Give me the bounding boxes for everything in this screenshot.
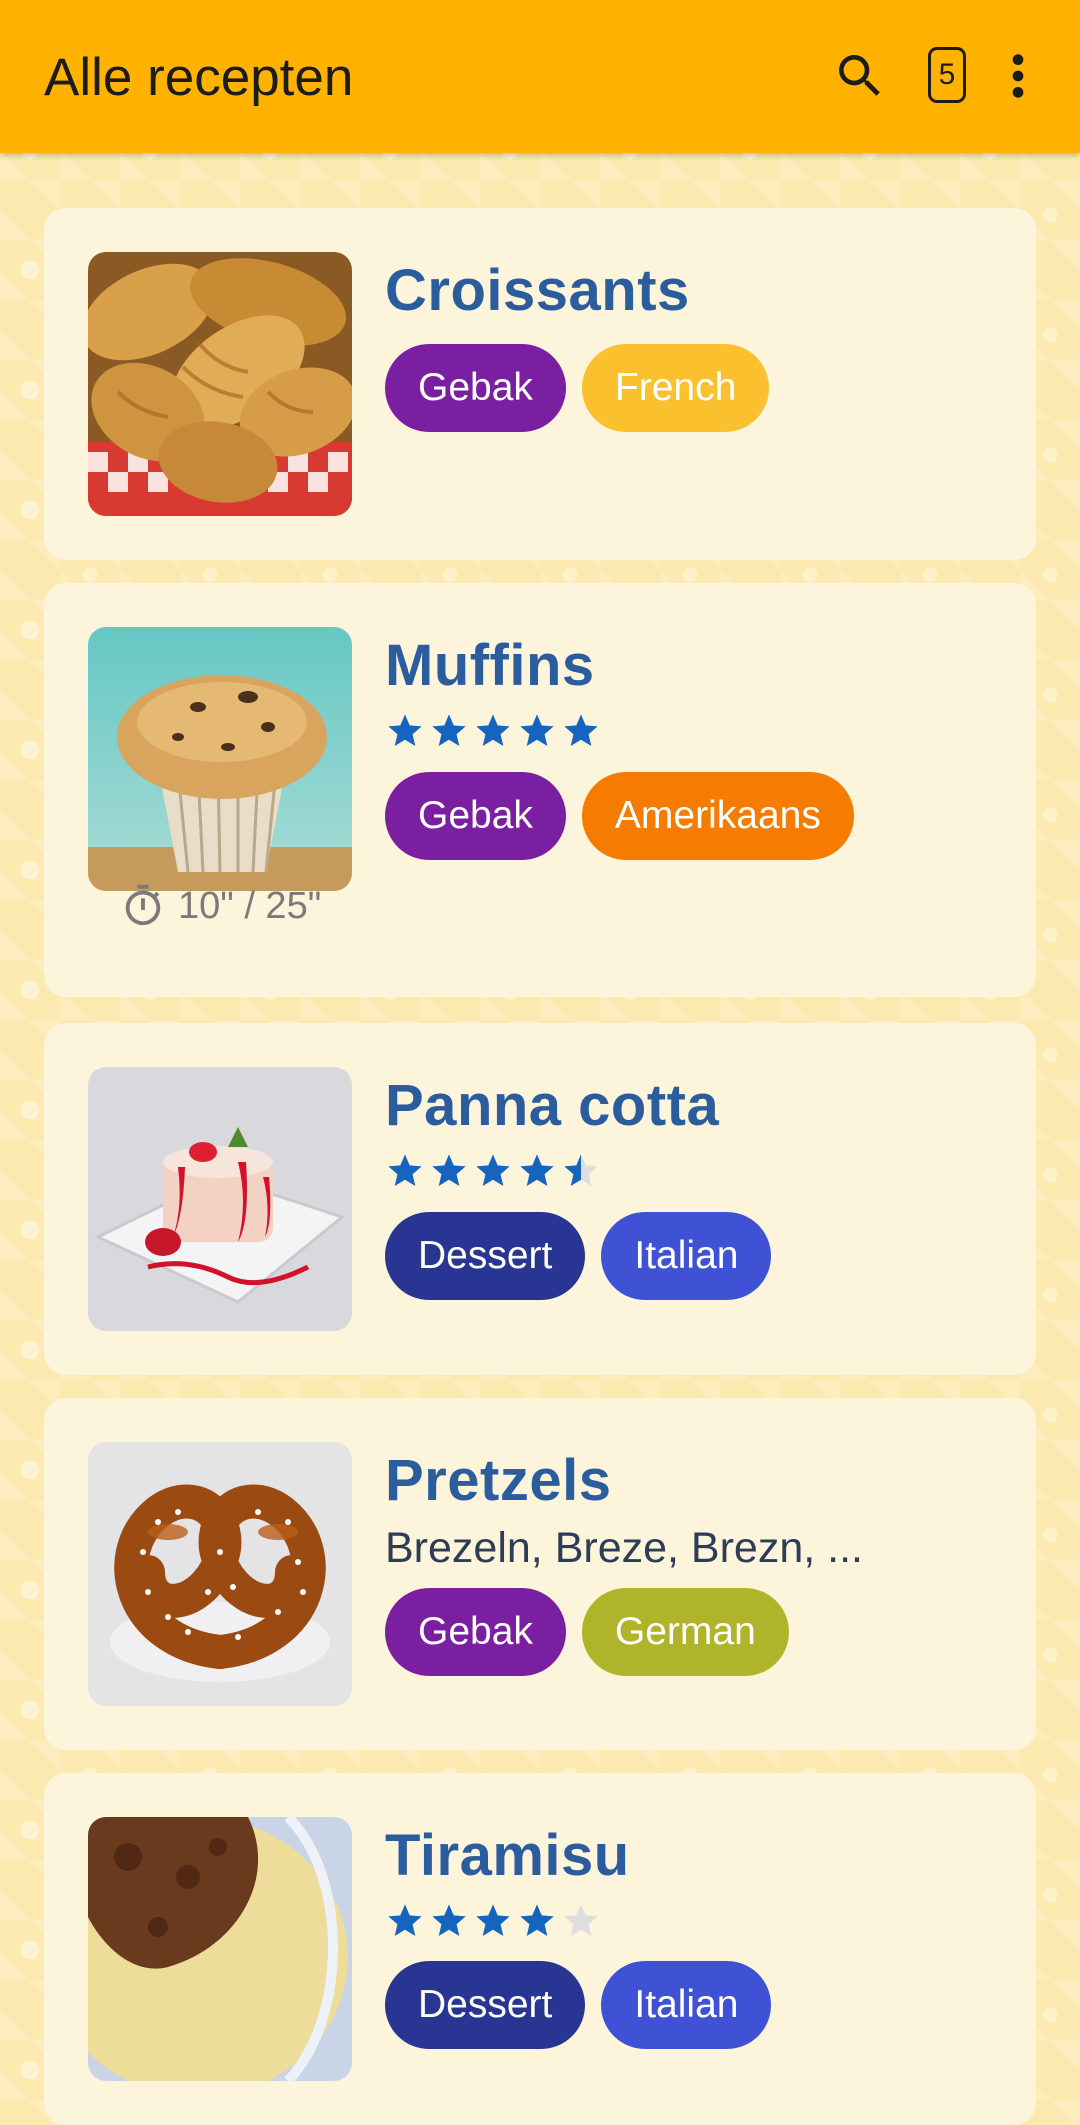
tag-chip[interactable]: German	[581, 1588, 789, 1676]
recipe-title: Tiramisu	[385, 1823, 630, 1888]
recipe-aliases: Brezeln, Breze, Brezn, ...	[385, 1524, 863, 1572]
star-icon	[476, 1904, 510, 1936]
star-icon	[432, 1904, 466, 1936]
prep-time-text: 10" / 25"	[178, 884, 322, 927]
page-title: Alle recepten	[44, 48, 354, 107]
recipe-title: Pretzels	[385, 1448, 612, 1513]
tag-chip[interactable]: Amerikaans	[581, 772, 854, 860]
pretzel-photo	[88, 1442, 352, 1706]
star-icon	[432, 1154, 466, 1186]
muffin-photo	[88, 627, 352, 891]
tag-list: Gebak Amerikaans	[385, 772, 854, 860]
more-vert-icon[interactable]	[998, 46, 1038, 106]
tag-list: Dessert Italian	[385, 1961, 772, 2049]
recipe-card-pretzels[interactable]: Pretzels Brezeln, Breze, Brezn, ... Geba…	[44, 1398, 1036, 1750]
tiramisu-photo	[88, 1817, 352, 2081]
star-icon	[520, 1904, 554, 1936]
tag-chip[interactable]: Italian	[601, 1212, 772, 1300]
timer-icon	[125, 884, 161, 926]
recipe-count-badge[interactable]: 5	[928, 47, 966, 103]
recipe-card-croissants[interactable]: Croissants Gebak French	[44, 208, 1036, 560]
tag-chip[interactable]: Gebak	[385, 344, 566, 432]
tag-list: Gebak German	[385, 1588, 789, 1676]
tag-list: Dessert Italian	[385, 1212, 772, 1300]
rating-stars	[385, 1151, 601, 1195]
recipe-card-tiramisu[interactable]: Tiramisu Dessert Italian	[44, 1773, 1036, 2125]
star-icon	[564, 714, 598, 746]
recipe-card-panna-cotta[interactable]: Panna cotta Dessert Italian	[44, 1023, 1036, 1375]
croissants-photo	[88, 252, 352, 516]
star-icon	[476, 714, 510, 746]
star-icon	[388, 1154, 422, 1186]
search-icon[interactable]	[830, 46, 890, 106]
star-icon	[388, 714, 422, 746]
panna-cotta-photo	[88, 1067, 352, 1331]
app-bar: Alle recepten 5	[0, 0, 1080, 153]
star-icon	[520, 1154, 554, 1186]
star-icon	[520, 714, 554, 746]
star-icon	[476, 1154, 510, 1186]
star-empty-icon	[564, 1904, 598, 1936]
recipe-card-muffins[interactable]: Muffins Gebak Amerikaans 10" / 25"	[44, 583, 1036, 997]
rating-stars	[385, 711, 601, 755]
star-icon	[388, 1904, 422, 1936]
tag-chip[interactable]: Dessert	[385, 1961, 586, 2049]
rating-stars	[385, 1901, 601, 1945]
star-icon	[432, 714, 466, 746]
tag-chip[interactable]: Dessert	[385, 1212, 586, 1300]
tag-list: Gebak French	[385, 344, 770, 432]
tag-chip[interactable]: French	[581, 344, 770, 432]
star-half-icon	[564, 1154, 598, 1186]
recipe-title: Muffins	[385, 633, 595, 698]
prep-time: 10" / 25"	[120, 883, 321, 929]
tag-chip[interactable]: Gebak	[385, 772, 566, 860]
tag-chip[interactable]: Gebak	[385, 1588, 566, 1676]
tag-chip[interactable]: Italian	[601, 1961, 772, 2049]
recipe-title: Panna cotta	[385, 1073, 720, 1138]
recipe-title: Croissants	[385, 258, 690, 323]
